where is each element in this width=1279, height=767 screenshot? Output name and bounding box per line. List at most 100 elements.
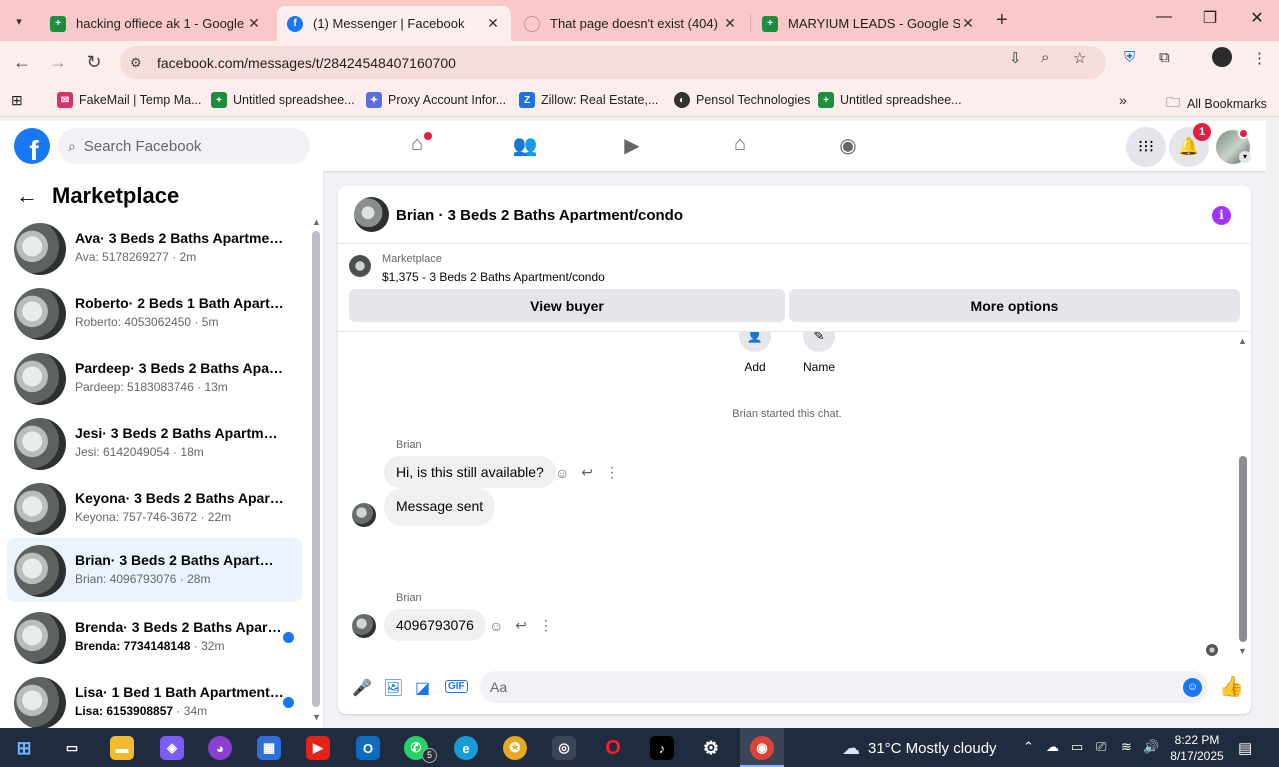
badge-app-icon[interactable]: ✪ xyxy=(503,736,527,760)
scroll-down-arrow-icon[interactable]: ▼ xyxy=(1238,646,1247,656)
conversation-item[interactable]: Roberto· 2 Beds 1 Bath Apartment/condo Ro… xyxy=(7,281,302,345)
windows-start-icon[interactable]: ⊞ xyxy=(12,736,36,760)
scroll-up-arrow-icon[interactable]: ▲ xyxy=(312,217,321,227)
page-scrollbar[interactable] xyxy=(1266,121,1279,728)
profile-avatar-icon[interactable] xyxy=(1212,47,1232,67)
extensions-icon[interactable]: ⧉ xyxy=(1159,49,1170,66)
menu-grid-icon[interactable]: ⁝⁝⁝ xyxy=(1126,127,1166,167)
photo-icon[interactable]: 🖼 xyxy=(383,678,403,698)
shield-extension-icon[interactable]: ⛨ xyxy=(1124,49,1135,66)
back-arrow-icon[interactable]: ← xyxy=(16,183,38,209)
message-field[interactable]: ☺ xyxy=(480,671,1208,703)
reload-icon[interactable]: ↻ xyxy=(83,52,105,73)
wifi-icon[interactable]: ≋ xyxy=(1121,739,1132,755)
bookmark-item[interactable]: + Untitled spreadshee... xyxy=(211,92,355,108)
emoji-icon[interactable]: ☺ xyxy=(1183,677,1202,697)
battery-icon[interactable]: ▭ xyxy=(1071,739,1083,755)
close-window-icon[interactable]: ✕ xyxy=(1245,8,1269,28)
bookmark-item[interactable]: + Untitled spreadshee... xyxy=(818,92,962,108)
scroll-up-arrow-icon[interactable]: ▲ xyxy=(1238,336,1247,346)
edge-icon[interactable]: e xyxy=(454,736,478,760)
gear-icon[interactable]: ⚙ xyxy=(699,736,723,760)
install-app-icon[interactable]: ⇩ xyxy=(1009,49,1022,67)
chat-title[interactable]: Brian · 3 Beds 2 Baths Apartment/condo xyxy=(396,207,683,224)
chrome-icon[interactable]: ◉ xyxy=(750,736,774,760)
more-options-button[interactable]: More options xyxy=(789,289,1240,322)
facebook-logo[interactable]: f xyxy=(14,128,50,164)
gif-icon[interactable]: GIF xyxy=(445,680,468,693)
marketplace-icon[interactable]: ⌂ xyxy=(725,133,755,156)
close-tab-icon[interactable]: ✕ xyxy=(485,15,501,32)
opera-icon[interactable]: O xyxy=(601,736,625,760)
paint-icon[interactable]: ◕ xyxy=(208,736,232,760)
search-input[interactable] xyxy=(83,137,284,155)
chevron-up-icon[interactable]: ⌃ xyxy=(1023,739,1034,755)
listing-description[interactable]: $1,375 - 3 Beds 2 Baths Apartment/condo xyxy=(382,270,605,284)
browser-tab-active[interactable]: f (1) Messenger | Facebook ✕ xyxy=(277,6,511,41)
message-bubble[interactable]: 4096793076 xyxy=(384,609,486,641)
sender-avatar[interactable] xyxy=(352,614,376,638)
friends-icon[interactable]: 👥 xyxy=(510,133,540,158)
bookmark-item[interactable]: ◐ Pensol Technologies xyxy=(674,92,810,108)
message-bubble[interactable]: Hi, is this still available? xyxy=(384,456,556,488)
message-bubble[interactable]: Message sent xyxy=(384,488,496,526)
reply-icon[interactable]: ↩ xyxy=(515,617,527,634)
zoom-icon[interactable]: ⌕ xyxy=(1041,49,1049,66)
back-arrow-icon[interactable]: ← xyxy=(11,52,33,73)
store-icon[interactable]: ▦ xyxy=(257,736,281,760)
listing-thumbnail[interactable] xyxy=(349,255,371,277)
youtube-icon[interactable]: ▶ xyxy=(306,736,330,760)
tab-search-icon[interactable]: ▾ xyxy=(8,10,30,32)
conversation-item[interactable]: Pardeep· 3 Beds 2 Baths Apartment/condo P… xyxy=(7,346,302,410)
apps-grid-icon[interactable]: ⊞ xyxy=(11,92,23,109)
restore-icon[interactable]: ❐ xyxy=(1198,8,1222,28)
file-explorer-icon[interactable]: ▬ xyxy=(110,736,134,760)
close-tab-icon[interactable]: ✕ xyxy=(722,15,738,32)
more-dots-icon[interactable]: ⋮ xyxy=(605,464,619,481)
bookmark-item[interactable]: ✦ Proxy Account Infor... xyxy=(366,92,506,108)
add-friend-action[interactable]: 👤 Add xyxy=(737,332,773,374)
reply-icon[interactable]: ↩ xyxy=(581,464,593,481)
browser-tab[interactable]: + MARYIUM LEADS - Google Sheets ✕ xyxy=(752,6,986,41)
conversation-item[interactable]: Brenda· 3 Beds 2 Baths Apartment/condo Br… xyxy=(7,605,302,669)
tiktok-icon[interactable]: ♪ xyxy=(650,736,674,760)
display-icon[interactable]: ⎚ xyxy=(1096,739,1106,755)
notification-center-icon[interactable]: ▤ xyxy=(1238,739,1252,757)
react-emoji-icon[interactable]: ☺ xyxy=(489,618,503,634)
chat-scrollbar-thumb[interactable] xyxy=(1239,456,1247,642)
site-info-icon[interactable]: ⚙ xyxy=(130,55,148,71)
video-icon[interactable]: ▶ xyxy=(617,133,647,158)
onedrive-icon[interactable]: ☁ xyxy=(1046,739,1059,755)
scroll-down-arrow-icon[interactable]: ▼ xyxy=(312,712,321,722)
sender-avatar[interactable] xyxy=(352,503,376,527)
bookmark-star-icon[interactable]: ☆ xyxy=(1073,49,1086,67)
nickname-action[interactable]: ✎ Name xyxy=(800,332,838,374)
browser-tab[interactable]: + hacking offiece ak 1 - Google D ✕ xyxy=(40,6,272,41)
more-bookmarks-chevron-icon[interactable]: » xyxy=(1119,92,1127,108)
browser-tab[interactable]: That page doesn't exist (404) - F ✕ xyxy=(514,6,748,41)
info-icon[interactable]: i xyxy=(1212,206,1231,225)
groups-icon[interactable]: ◉ xyxy=(833,133,863,158)
settings-app-icon[interactable]: ◎ xyxy=(552,736,576,760)
conversation-item[interactable]: Ava· 3 Beds 2 Baths Apartment/condo Ava: … xyxy=(7,216,302,280)
conversation-item[interactable]: Brian· 3 Beds 2 Baths Apartment/condo Bri… xyxy=(7,538,302,602)
weather-widget[interactable]: ☁ 31°C Mostly cloudy xyxy=(842,738,997,759)
minimize-icon[interactable]: — xyxy=(1152,8,1176,26)
message-input[interactable] xyxy=(490,679,1183,695)
bookmark-item[interactable]: Z Zillow: Real Estate,... xyxy=(519,92,658,108)
bookmark-item[interactable]: ✉ FakeMail | Temp Ma... xyxy=(57,92,202,108)
chrome-menu-icon[interactable]: ⋮ xyxy=(1252,49,1267,67)
more-dots-icon[interactable]: ⋮ xyxy=(539,617,553,634)
close-tab-icon[interactable]: ✕ xyxy=(960,15,976,32)
forward-arrow-icon[interactable]: → xyxy=(47,52,69,73)
microphone-icon[interactable]: 🎤 xyxy=(352,678,372,698)
conversation-item[interactable]: Keyona· 3 Beds 2 Baths Apartment/condo Ke… xyxy=(7,476,302,540)
react-emoji-icon[interactable]: ☺ xyxy=(555,465,569,481)
sticker-icon[interactable]: ◪ xyxy=(415,678,430,698)
copilot-icon[interactable]: ◈ xyxy=(160,736,184,760)
chevron-down-icon[interactable]: ▾ xyxy=(1239,151,1251,163)
new-tab-icon[interactable]: + xyxy=(996,9,1008,32)
chat-avatar[interactable] xyxy=(354,197,389,232)
volume-icon[interactable]: 🔊 xyxy=(1143,739,1159,755)
conversation-item[interactable]: Jesi· 3 Beds 2 Baths Apartment/condo Jesi… xyxy=(7,411,302,475)
